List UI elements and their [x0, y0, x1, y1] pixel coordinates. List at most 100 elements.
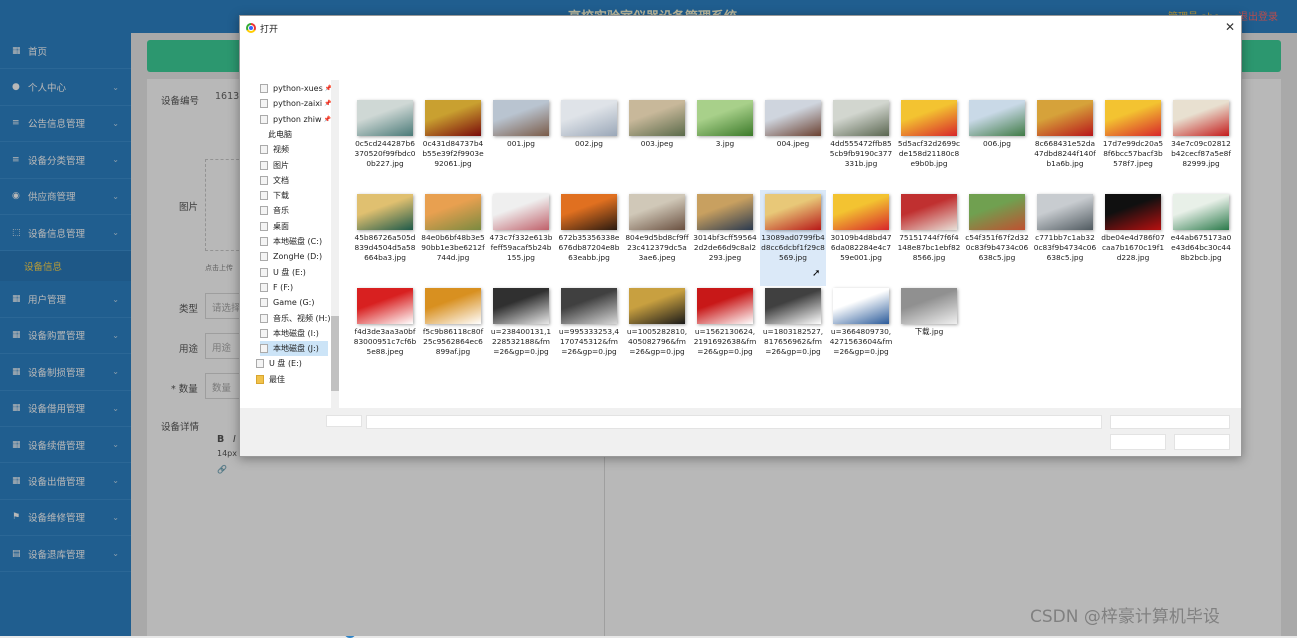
image-thumbnail — [969, 194, 1025, 230]
file-item[interactable]: 30109b4d8bd476da082284e4c759e001.jpg — [828, 190, 894, 286]
file-item[interactable]: 672b35356338e676db87204e8b63eabb.jpg — [556, 190, 622, 286]
file-name: 473c7f332e613bfeff59acaf5b24b155.jpg — [489, 233, 553, 263]
image-thumbnail — [561, 100, 617, 136]
nav-item[interactable]: 本地磁盘 (I:) — [260, 326, 319, 341]
file-item[interactable]: 34e7c09c02812b42cecf87a5e8f82999.jpg — [1168, 94, 1234, 190]
nav-item[interactable]: 视频 — [260, 142, 289, 157]
file-name: u=1562130624,2191692638&fm=26&gp=0.jpg — [693, 327, 757, 357]
image-thumbnail — [901, 288, 957, 324]
drive-icon — [260, 282, 268, 292]
file-name: 45b86726a505d839d4504d5a58664ba3.jpg — [354, 233, 416, 263]
nav-item[interactable]: 桌面 — [260, 219, 289, 234]
file-item[interactable]: 473c7f332e613bfeff59acaf5b24b155.jpg — [488, 190, 554, 286]
nav-item[interactable]: 音乐、视频 (H:) — [260, 311, 331, 326]
nav-item[interactable]: F (F:) — [260, 280, 293, 295]
open-button[interactable] — [1110, 434, 1166, 450]
file-item[interactable]: u=995333253,4170745312&fm=26&gp=0.jpg — [556, 286, 622, 382]
file-item[interactable]: 003.jpeg — [624, 94, 690, 190]
nav-item[interactable]: 本地磁盘 (C:) — [260, 234, 322, 249]
nav-item[interactable]: 音乐 — [260, 203, 289, 218]
nav-item[interactable]: U 盘 (E:) — [260, 265, 306, 280]
image-thumbnail — [697, 194, 753, 230]
file-item[interactable]: 75151744f7f6f4148e87bc1ebf828566.jpg — [896, 190, 962, 286]
nav-item[interactable]: Game (G:) — [260, 295, 315, 310]
file-item[interactable]: f4d3de3aa3a0bf83000951c7cf6b5e88.jpeg — [352, 286, 418, 382]
nav-item[interactable]: ZongHe (D:) — [260, 249, 322, 264]
dialog-title: 打开 — [260, 25, 279, 35]
nav-item-label: 图片 — [273, 160, 289, 170]
nav-item[interactable]: python-xues 📌 — [260, 81, 332, 96]
file-item[interactable]: 4dd555472ffb855cb9fb9190c377331b.jpg — [828, 94, 894, 190]
file-item[interactable]: f5c9b86118c80f25c9562864ec6899af.jpg — [420, 286, 486, 382]
nav-item[interactable]: 图片 — [260, 158, 289, 173]
close-icon[interactable]: ✕ — [1225, 20, 1235, 34]
file-name: 001.jpg — [507, 139, 535, 148]
navigation-pane: python-xues 📌 python-zaixi 📌 python zhiw 📌 此电脑… — [240, 78, 341, 408]
nav-item-label: python-zaixi — [273, 99, 323, 109]
file-item[interactable]: 3014bf3cff595642d2de66d9c8al2293.jpeg — [692, 190, 758, 286]
image-thumbnail — [629, 194, 685, 230]
nav-item[interactable]: U 盘 (E:) — [256, 356, 302, 371]
image-thumbnail — [1173, 100, 1229, 136]
nav-item[interactable]: 文档 — [260, 173, 289, 188]
image-thumbnail — [1105, 194, 1161, 230]
file-item[interactable]: 17d7e99dc20a58f6bcc57bacf3b578f7.jpeg — [1100, 94, 1166, 190]
cancel-button[interactable] — [1174, 434, 1230, 450]
file-item[interactable]: 804e9d5bd8cf9ff23c412379dc5a3ae6.jpeg — [624, 190, 690, 286]
filename-input[interactable] — [366, 415, 1102, 429]
dialog-footer — [240, 408, 1241, 456]
file-name: 0c431d84737b4b55e39f2f9903e92061.jpg — [422, 139, 484, 169]
file-item[interactable]: 0c431d84737b4b55e39f2f9903e92061.jpg — [420, 94, 486, 190]
chrome-icon — [246, 23, 256, 33]
file-name: 4dd555472ffb855cb9fb9190c377331b.jpg — [829, 139, 893, 169]
file-item[interactable]: u=3664809730,4271563604&fm=26&gp=0.jpg — [828, 286, 894, 382]
nav-item[interactable]: 本地磁盘 (J:) — [260, 341, 328, 357]
nav-item-label: 音乐 — [273, 206, 289, 216]
nav-item[interactable]: python-zaixi 📌 — [260, 96, 332, 111]
image-thumbnail — [629, 288, 685, 324]
nav-scrollbar-thumb[interactable] — [331, 316, 339, 391]
file-item[interactable]: 下载.jpg — [896, 286, 962, 382]
file-item[interactable]: 0c5cd244287b6370520f99fbdc00b227.jpg — [352, 94, 418, 190]
watermark: CSDN @梓豪计算机毕设 — [1030, 607, 1220, 627]
dialog-titlebar: 打开 ✕ — [240, 16, 1241, 40]
nav-item-label: F (F:) — [273, 282, 294, 292]
file-name: f4d3de3aa3a0bf83000951c7cf6b5e88.jpeg — [353, 327, 417, 357]
image-thumbnail — [833, 100, 889, 136]
file-item[interactable]: 5d5acf32d2699cde158d21180c8e9b0b.jpg — [896, 94, 962, 190]
file-item[interactable]: c771bb7c1ab320c83f9b4734c06638c5.jpg — [1032, 190, 1098, 286]
file-item[interactable]: u=1005282810,405082796&fm=26&gp=0.jpg — [624, 286, 690, 382]
file-item[interactable]: dbe04e4d786f07caa7b1670c19f1d228.jpg — [1100, 190, 1166, 286]
file-item[interactable]: 001.jpg — [488, 94, 554, 190]
nav-item-label: 此电脑 — [268, 129, 292, 139]
file-item[interactable]: 004.jpeg — [760, 94, 826, 190]
file-item[interactable]: 8c668431e52da47dbd8244f140fb1a6b.jpg — [1032, 94, 1098, 190]
file-item[interactable]: u=1562130624,2191692638&fm=26&gp=0.jpg — [692, 286, 758, 382]
file-name: 003.jpeg — [640, 139, 674, 148]
nav-item[interactable]: 最佳 — [256, 372, 285, 387]
file-name: 804e9d5bd8cf9ff23c412379dc5a3ae6.jpeg — [625, 233, 689, 263]
file-name: u=3664809730,4271563604&fm=26&gp=0.jpg — [829, 327, 893, 357]
nav-item-label: U 盘 (E:) — [273, 267, 306, 277]
nav-item[interactable]: python zhiw 📌 — [260, 112, 331, 127]
nav-item-label: 最佳 — [269, 374, 285, 384]
file-item[interactable]: 45b86726a505d839d4504d5a58664ba3.jpg — [352, 190, 418, 286]
image-thumbnail — [765, 100, 821, 136]
file-item[interactable]: 3.jpg — [692, 94, 758, 190]
drive-icon — [260, 160, 268, 170]
image-thumbnail — [901, 100, 957, 136]
image-thumbnail — [1037, 100, 1093, 136]
file-item[interactable]: u=238400131,1228532188&fm=26&gp=0.jpg — [488, 286, 554, 382]
file-item[interactable]: e44ab675173a0e43d64bc30c448b2bcb.jpg — [1168, 190, 1234, 286]
file-item[interactable]: 84e0b6bf48b3e590bb1e3be6212f744d.jpg — [420, 190, 486, 286]
file-item[interactable]: 006.jpg — [964, 94, 1030, 190]
file-item[interactable]: u=1803182527,817656962&fm=26&gp=0.jpg — [760, 286, 826, 382]
nav-item[interactable]: 下载 — [260, 188, 289, 203]
file-item[interactable]: 002.jpg — [556, 94, 622, 190]
file-item[interactable]: c54f351f67f2d320c83f9b4734c06638c5.jpg — [964, 190, 1030, 286]
drive-icon — [260, 252, 268, 262]
nav-item[interactable]: 此电脑 — [268, 127, 292, 142]
file-type-select[interactable] — [1110, 415, 1230, 429]
file-name: 17d7e99dc20a58f6bcc57bacf3b578f7.jpeg — [1102, 139, 1164, 169]
file-name: 75151744f7f6f4148e87bc1ebf828566.jpg — [897, 233, 961, 263]
